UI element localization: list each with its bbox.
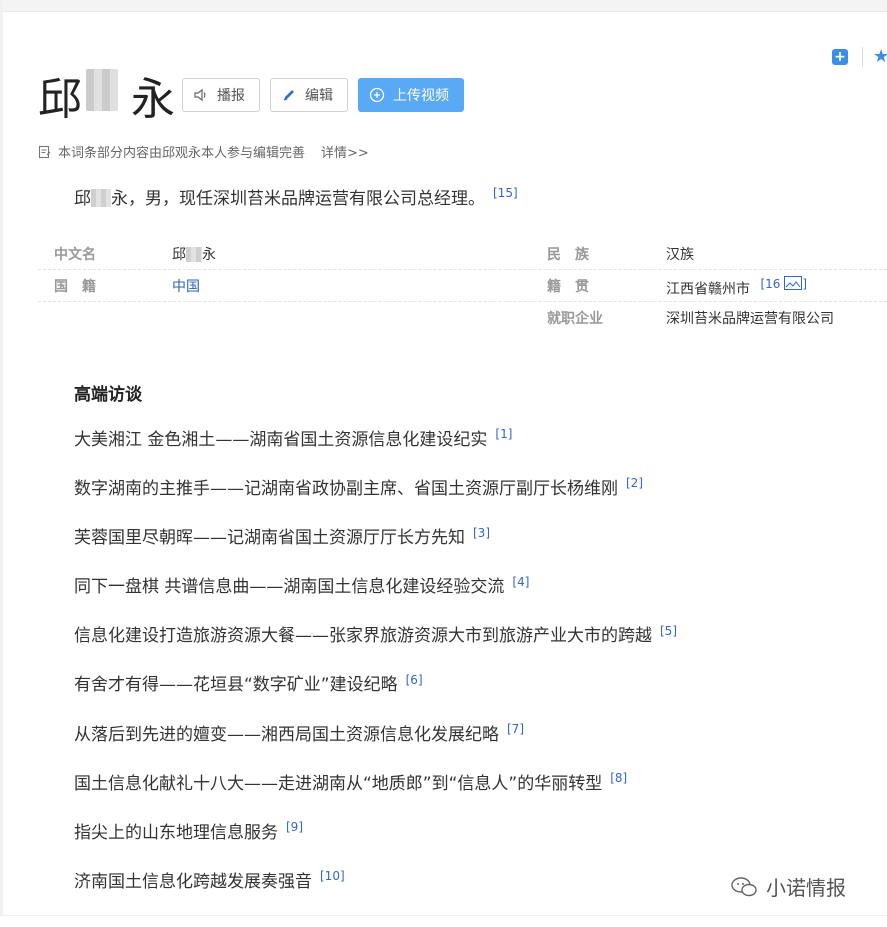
summary-name-last: 永: [111, 189, 128, 209]
list-item: 国土信息化献礼十八大——走进湖南从“地质郎”到“信息人”的华丽转型 [8]: [74, 769, 677, 818]
list-item: 有舍才有得——花垣县“数字矿业”建设纪略 [6]: [74, 670, 677, 719]
info-key: 国 籍: [54, 279, 96, 295]
pencil-icon: [281, 87, 297, 103]
interview-ref[interactable]: [10]: [320, 869, 345, 883]
document-edit-icon: [38, 145, 52, 159]
info-key: 籍 贯: [547, 279, 589, 295]
interview-title: 同下一盘棋 共谱信息曲——湖南国土信息化建设经验交流: [74, 577, 505, 598]
interview-ref[interactable]: [9]: [286, 820, 303, 834]
list-item: 数字湖南的主推手——记湖南省政协副主席、省国土资源厅副厅长杨维刚 [2]: [74, 474, 677, 523]
interview-title: 信息化建设打造旅游资源大餐——张家界旅游资源大市到旅游产业大市的跨越: [74, 626, 652, 647]
interview-title: 济南国土信息化跨越发展奏强音: [74, 871, 312, 892]
info-value: 邱永: [172, 247, 216, 263]
interview-ref[interactable]: [7]: [507, 722, 524, 736]
top-strip: [0, 0, 887, 12]
title-row: 邱永: [38, 68, 176, 125]
info-row: 国 籍 中国 籍 贯 江西省赣州市 [16]: [38, 270, 887, 302]
interview-ref[interactable]: [5]: [660, 624, 677, 638]
list-item: 信息化建设打造旅游资源大餐——张家界旅游资源大市到旅游产业大市的跨越 [5]: [74, 621, 677, 670]
summary-text: ，男，现任深圳苔米品牌运营有限公司总经理。: [128, 189, 485, 209]
interview-title: 大美湘江 金色湘土——湖南省国土资源信息化建设纪实: [74, 430, 488, 450]
wechat-icon: [730, 876, 758, 898]
star-icon[interactable]: ★: [873, 46, 887, 67]
watermark-text: 小诺情报: [766, 876, 846, 900]
top-right-actions: + ★: [832, 46, 887, 67]
interview-title: 从落后到先进的嬗变——湘西局国土资源信息化发展纪略: [74, 724, 499, 745]
notice-text: 本词条部分内容由邱观永本人参与编辑完善: [58, 146, 306, 161]
edit-label: 编辑: [305, 88, 333, 104]
plus-circle-icon: [369, 87, 385, 103]
info-row: 中文名 邱永 民 族 汉族: [38, 238, 887, 270]
summary-name-first: 邱: [74, 189, 91, 209]
info-value: 深圳苔米品牌运营有限公司: [666, 311, 834, 327]
list-item: 指尖上的山东地理信息服务 [9]: [74, 818, 677, 867]
origin-ref[interactable]: [16]: [760, 276, 807, 291]
page-title: 邱永: [38, 63, 176, 127]
left-edge: [0, 0, 3, 927]
interview-title: 有舍才有得——花垣县“数字矿业”建设纪略: [74, 675, 398, 696]
info-key: 中文名: [54, 247, 96, 263]
interview-ref[interactable]: [6]: [406, 673, 423, 687]
info-value: 汉族: [666, 247, 694, 263]
interview-title: 数字湖南的主推手——记湖南省政协副主席、省国土资源厅副厅长杨维刚: [74, 479, 618, 500]
interview-ref[interactable]: [3]: [473, 526, 490, 540]
upload-video-button[interactable]: 上传视频: [358, 78, 464, 112]
bottom-strip: [0, 915, 887, 927]
summary-ref[interactable]: [15]: [493, 186, 518, 200]
image-icon: [784, 276, 803, 290]
list-item: 芙蓉国里尽朝晖——记湖南省国土资源厅厅长方先知 [3]: [74, 523, 677, 572]
edit-button[interactable]: 编辑: [270, 78, 348, 112]
interview-ref[interactable]: [2]: [626, 476, 643, 490]
summary-paragraph: 邱永，男，现任深圳苔米品牌运营有限公司总经理。 [15]: [74, 184, 518, 209]
interview-list: 大美湘江 金色湘土——湖南省国土资源信息化建设纪实 [1] 数字湖南的主推手——记…: [74, 425, 677, 916]
info-row: 就职企业 深圳苔米品牌运营有限公司: [38, 302, 887, 334]
info-value: 江西省赣州市 [16]: [666, 276, 808, 298]
broadcast-label: 播报: [217, 88, 245, 104]
upload-video-label: 上传视频: [393, 88, 449, 104]
name-mask: [91, 189, 111, 207]
interview-title: 芙蓉国里尽朝晖——记湖南省国土资源厅厅长方先知: [74, 528, 465, 549]
section-title: 高端访谈: [74, 385, 142, 405]
info-key: 就职企业: [547, 311, 603, 327]
title-last-char: 永: [131, 74, 176, 125]
interview-title: 国土信息化献礼十八大——走进湖南从“地质郎”到“信息人”的华丽转型: [74, 773, 603, 794]
plus-square-icon[interactable]: +: [832, 48, 848, 65]
divider: [862, 46, 863, 67]
info-key: 民 族: [547, 247, 589, 263]
interview-ref[interactable]: [8]: [610, 771, 627, 785]
list-item: 济南国土信息化跨越发展奏强音 [10]: [74, 867, 677, 916]
interview-ref[interactable]: [1]: [495, 427, 512, 441]
broadcast-button[interactable]: 播报: [182, 78, 260, 112]
interview-title: 指尖上的山东地理信息服务: [74, 822, 278, 843]
title-first-char: 邱: [38, 74, 83, 125]
watermark: 小诺情报: [730, 872, 846, 901]
name-mask: [186, 247, 202, 262]
basic-info-box: 中文名 邱永 民 族 汉族 国 籍 中国 籍 贯 江西省赣州市 [16] 就职企…: [38, 238, 887, 334]
edit-notice: 本词条部分内容由邱观永本人参与编辑完善 详情>>: [38, 142, 369, 161]
notice-detail-link[interactable]: 详情>>: [321, 142, 369, 161]
list-item: 大美湘江 金色湘土——湖南省国土资源信息化建设纪实 [1]: [74, 425, 677, 474]
blur-mask: [86, 69, 118, 111]
interview-ref[interactable]: [4]: [512, 575, 529, 589]
nationality-link[interactable]: 中国: [172, 276, 200, 296]
speaker-icon: [193, 87, 209, 103]
list-item: 从落后到先进的嬗变——湘西局国土资源信息化发展纪略 [7]: [74, 720, 677, 769]
list-item: 同下一盘棋 共谱信息曲——湖南国土信息化建设经验交流 [4]: [74, 572, 677, 621]
